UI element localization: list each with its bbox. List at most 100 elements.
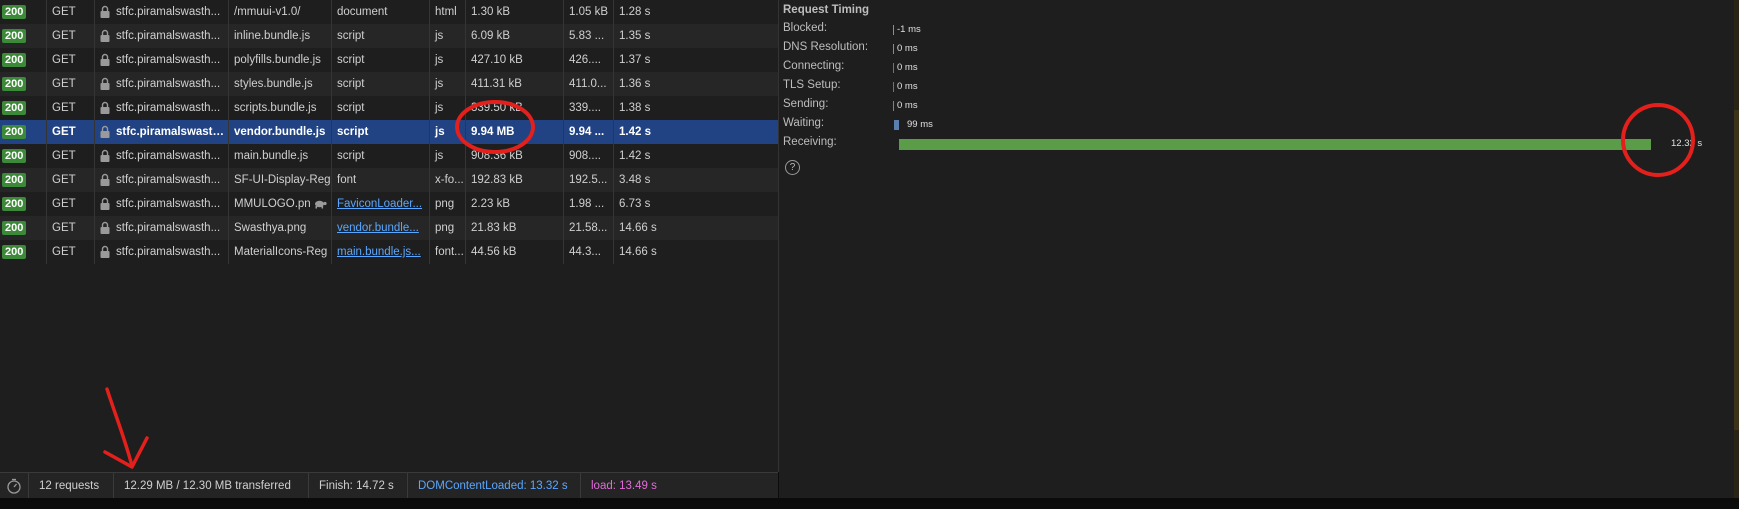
time-cell: 1.38 s [613,96,778,120]
status-cell: 200 [0,24,46,48]
type-cell: js [429,48,465,72]
table-row[interactable]: 200 GET stfc.piramalswasth... styles.bundle… [0,72,778,96]
method-cell: GET [46,120,94,144]
type-cell: js [429,72,465,96]
domain-text: stfc.piramalswasth... [116,54,221,66]
turtle-icon [314,200,327,209]
table-row[interactable]: 200 GET stfc.piramalswasth... inline.bundle… [0,24,778,48]
status-cell: 200 [0,216,46,240]
status-cell: 200 [0,240,46,264]
size-cell: 411.31 kB [465,72,563,96]
time-cell: 14.66 s [613,240,778,264]
time-cell: 1.42 s [613,120,778,144]
status-bar: 12 requests 12.29 MB / 12.30 MB transfer… [0,472,778,499]
lock-icon [100,221,110,234]
help-icon[interactable]: ? [785,160,800,175]
timing-value: 12.32 s [1671,138,1703,149]
type-cell: html [429,0,465,24]
status-badge: 200 [2,148,27,163]
name-cell: styles.bundle.js [228,72,331,96]
time-cell: 1.42 s [613,144,778,168]
size-cell: 339.50 kB [465,96,563,120]
status-badge: 200 [2,28,27,43]
domain-cell: stfc.piramalswasth... [94,216,228,240]
domain-cell: stfc.piramalswasth... [94,96,228,120]
time-cell: 1.35 s [613,24,778,48]
transferred-cell: 908.... [563,144,613,168]
status-badge: 200 [2,76,27,91]
domain-cell: stfc.piramalswasth... [94,240,228,264]
timing-value: 0 ms [897,43,918,54]
method-cell: GET [46,216,94,240]
table-row[interactable]: 200 GET stfc.piramalswasth... main.bundle.j… [0,144,778,168]
initiator-text[interactable]: FaviconLoader... [337,198,422,210]
file-name: MaterialIcons-Reg [234,246,328,258]
method-cell: GET [46,48,94,72]
domain-text: stfc.piramalswasth... [116,198,221,210]
file-name: Swasthya.png [234,222,307,234]
stopwatch-icon[interactable] [0,473,28,499]
lock-icon [100,125,110,138]
window-bottom-edge [0,498,1739,503]
initiator-cell: FaviconLoader... [331,192,429,216]
timing-value: 0 ms [897,81,918,92]
status-badge: 200 [2,244,27,259]
transferred-cell: 192.5... [563,168,613,192]
table-row[interactable]: 200 GET stfc.piramalswasth... scripts.bundl… [0,96,778,120]
name-cell: polyfills.bundle.js [228,48,331,72]
file-name: inline.bundle.js [234,30,311,42]
method-cell: GET [46,192,94,216]
timing-label: Connecting: [783,60,845,72]
lock-icon [100,77,110,90]
method-cell: GET [46,144,94,168]
table-row[interactable]: 200 GET stfc.piramalswasth... vendor.bundle… [0,120,778,144]
domain-cell: stfc.piramalswasth... [94,72,228,96]
size-cell: 192.83 kB [465,168,563,192]
initiator-text[interactable]: main.bundle.js... [337,246,421,258]
table-row[interactable]: 200 GET stfc.piramalswasth... Swasthya.png v… [0,216,778,240]
table-row[interactable]: 200 GET stfc.piramalswasth... MaterialIcons… [0,240,778,264]
table-row[interactable]: 200 GET stfc.piramalswasth... /mmuui-v1.0/d… [0,0,778,24]
table-row[interactable]: 200 GET stfc.piramalswasth... polyfills.bun… [0,48,778,72]
time-cell: 6.73 s [613,192,778,216]
timing-value: 99 ms [907,119,933,130]
name-cell: inline.bundle.js [228,24,331,48]
transferred-cell: 9.94 ... [563,120,613,144]
status-badge: 200 [2,220,27,235]
status-cell: 200 [0,72,46,96]
method-cell: GET [46,0,94,24]
initiator-text: script [337,102,365,114]
initiator-cell: script [331,48,429,72]
status-cell: 200 [0,0,46,24]
status-cell: 200 [0,120,46,144]
file-name: SF-UI-Display-Reg [234,174,331,186]
type-cell: png [429,192,465,216]
status-badge: 200 [2,100,27,115]
initiator-cell: main.bundle.js... [331,240,429,264]
status-badge: 200 [2,52,27,67]
file-name: scripts.bundle.js [234,102,317,114]
initiator-text[interactable]: vendor.bundle... [337,222,419,234]
receiving-bar [899,139,1651,150]
type-cell: font... [429,240,465,264]
timing-label: Blocked: [783,22,828,34]
network-request-table: 200 GET stfc.piramalswasth... /mmuui-v1.0/d… [0,0,779,472]
time-cell: 3.48 s [613,168,778,192]
timing-tick [893,82,894,92]
size-cell: 427.10 kB [465,48,563,72]
domain-text: stfc.piramalswasth... [116,78,221,90]
lock-icon [100,29,110,42]
table-row[interactable]: 200 GET stfc.piramalswasth... SF-UI-Display… [0,168,778,192]
transferred-size: 12.29 MB / 12.30 MB transferred [113,473,301,499]
table-row[interactable]: 200 GET stfc.piramalswasth... MMULOGO.pn Fav… [0,192,778,216]
type-cell: png [429,216,465,240]
domain-text: stfc.piramalswasth... [116,150,221,162]
name-cell: MMULOGO.pn [228,192,331,216]
initiator-text: script [337,126,369,138]
domain-text: stfc.piramalswasth... [116,126,228,138]
scrollbar-thumb[interactable] [1734,110,1739,430]
domain-text: stfc.piramalswasth... [116,222,221,234]
type-cell: js [429,24,465,48]
timing-tick [893,63,894,73]
timing-label: Receiving: [783,136,837,148]
